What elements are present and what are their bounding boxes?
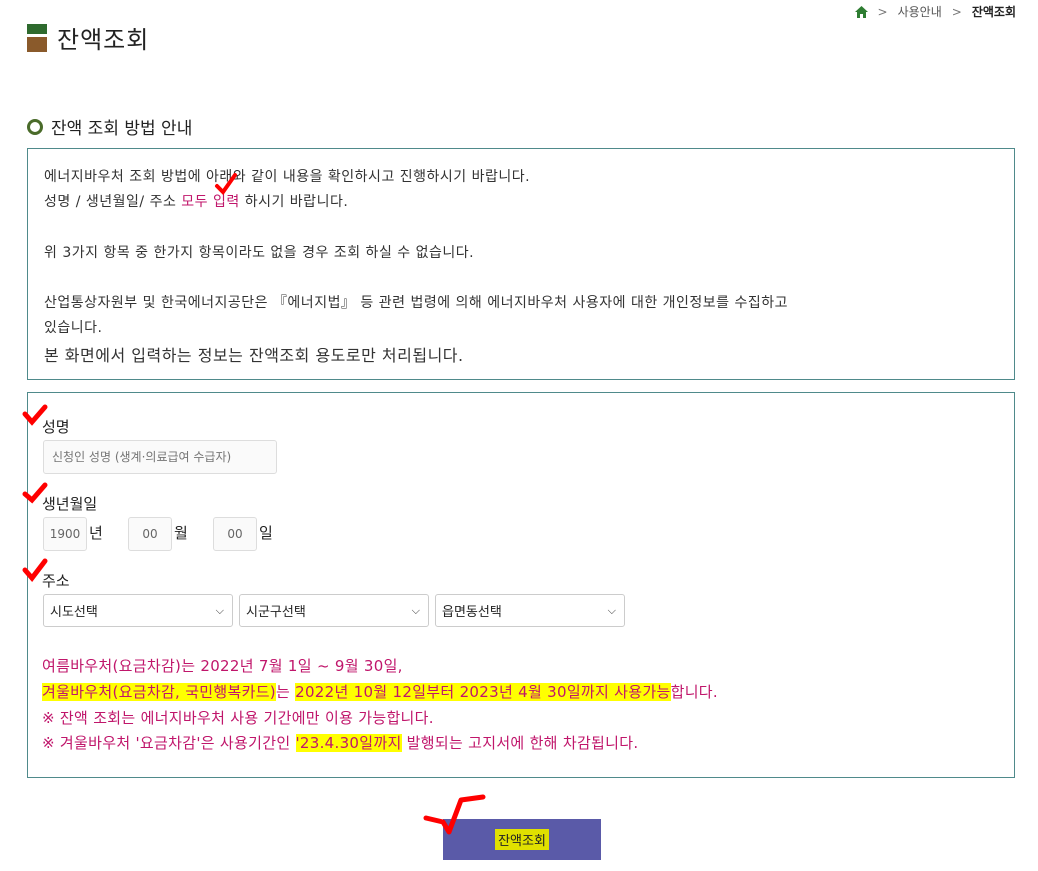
guide-line-2-pre: 성명 / 생년월일/ 주소 bbox=[44, 194, 182, 210]
notice-winter: 겨울바우처(요금차감, 국민행복카드)는 2022년 10월 12일부터 202… bbox=[42, 681, 718, 702]
month-unit: 월 bbox=[174, 524, 188, 542]
notice-deduction-pre: ※ 겨울바우처 '요금차감'은 사용기간인 bbox=[42, 734, 296, 752]
chevron-right-icon: > bbox=[951, 4, 962, 19]
balance-inquiry-button-label: 잔액조회 bbox=[495, 829, 549, 850]
notice-winter-highlight-1: 겨울바우처(요금차감, 국민행복카드) bbox=[42, 683, 276, 701]
emd-select[interactable]: 읍면동선택 ⌵ bbox=[435, 594, 625, 627]
notice-winter-end: 합니다. bbox=[670, 683, 718, 701]
notice-deduction-post: 발행되는 고지서에 한해 차감됩니다. bbox=[401, 734, 639, 752]
guide-line-2-emphasis: 모두 입력 bbox=[181, 194, 240, 210]
chevron-down-icon: ⌵ bbox=[215, 603, 224, 617]
notice-winter-highlight-2: 2022년 10월 12일부터 2023년 4월 30일까지 사용가능 bbox=[295, 683, 671, 701]
home-icon[interactable] bbox=[854, 5, 868, 18]
guide-line-3: 위 3가지 항목 중 한가지 항목이라도 없을 경우 조회 하실 수 없습니다. bbox=[44, 245, 475, 261]
sigungu-select-value: 시군구선택 bbox=[246, 605, 306, 620]
guide-line-2-post: 하시기 바랍니다. bbox=[239, 194, 349, 210]
guide-box: 에너지바우처 조회 방법에 아래와 같이 내용을 확인하시고 진행하시기 바랍니… bbox=[27, 148, 1015, 380]
circle-bullet-icon bbox=[27, 118, 43, 135]
guide-line-4b: 있습니다. bbox=[44, 320, 103, 336]
guide-line-5: 본 화면에서 입력하는 정보는 잔액조회 용도로만 처리됩니다. bbox=[44, 346, 464, 365]
sido-select-value: 시도선택 bbox=[50, 605, 98, 620]
name-label: 성명 bbox=[42, 418, 70, 436]
title-mark-icon bbox=[27, 23, 47, 52]
notice-deduction-highlight: '23.4.30일까지 bbox=[295, 734, 402, 752]
chevron-down-icon: ⌵ bbox=[607, 603, 616, 617]
guide-title-text: 잔액 조회 방법 안내 bbox=[51, 119, 193, 139]
birth-label: 생년월일 bbox=[42, 495, 98, 513]
guide-section-title: 잔액 조회 방법 안내 bbox=[27, 114, 192, 139]
notice-winter-mid: 는 bbox=[275, 683, 296, 701]
notice-deduction: ※ 겨울바우처 '요금차감'은 사용기간인 '23.4.30일까지 발행되는 고… bbox=[42, 732, 638, 753]
emd-select-value: 읍면동선택 bbox=[442, 605, 502, 620]
sido-select[interactable]: 시도선택 ⌵ bbox=[43, 594, 233, 627]
notice-period: ※ 잔액 조회는 에너지바우처 사용 기간에만 이용 가능합니다. bbox=[42, 709, 434, 727]
address-label: 주소 bbox=[42, 572, 70, 590]
guide-line-1: 에너지바우처 조회 방법에 아래와 같이 내용을 확인하시고 진행하시기 바랍니… bbox=[44, 169, 531, 185]
sigungu-select[interactable]: 시군구선택 ⌵ bbox=[239, 594, 429, 627]
notice-summer: 여름바우처(요금차감)는 2022년 7월 1일 ~ 9월 30일, bbox=[42, 657, 403, 675]
name-input[interactable] bbox=[43, 440, 277, 474]
year-unit: 년 bbox=[89, 524, 103, 542]
birth-day-input[interactable] bbox=[213, 517, 257, 551]
page-header: 잔액조회 bbox=[27, 20, 149, 55]
balance-form: 성명 생년월일 년 월 일 주소 시도선택 ⌵ 시군구선택 ⌵ 읍면동선택 ⌵ … bbox=[27, 392, 1015, 778]
balance-inquiry-button[interactable]: 잔액조회 bbox=[443, 819, 601, 860]
chevron-down-icon: ⌵ bbox=[411, 603, 420, 617]
birth-month-input[interactable] bbox=[128, 517, 172, 551]
day-unit: 일 bbox=[259, 524, 273, 542]
guide-line-2: 성명 / 생년월일/ 주소 모두 입력 하시기 바랍니다. bbox=[44, 191, 348, 211]
breadcrumb: > 사용안내 > 잔액조회 bbox=[854, 3, 1016, 20]
chevron-right-icon: > bbox=[877, 4, 888, 19]
breadcrumb-parent[interactable]: 사용안내 bbox=[898, 3, 942, 20]
breadcrumb-current: 잔액조회 bbox=[971, 5, 1016, 19]
page-title: 잔액조회 bbox=[57, 26, 150, 54]
birth-year-input[interactable] bbox=[43, 517, 87, 551]
guide-line-4a: 산업통상자원부 및 한국에너지공단은 『에너지법』 등 관련 법령에 의해 에너… bbox=[44, 295, 789, 311]
